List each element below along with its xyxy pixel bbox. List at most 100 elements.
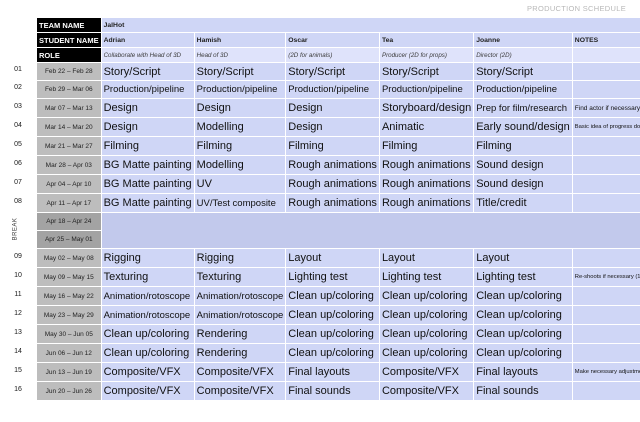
task-cell[interactable]: Sound design [473, 174, 573, 194]
task-cell[interactable]: Rough animations [378, 174, 475, 194]
task-cell[interactable]: Clean up/coloring [285, 305, 380, 325]
task-cell[interactable]: UV [193, 174, 287, 194]
task-cell[interactable]: Story/Script [285, 62, 380, 81]
task-cell[interactable]: Design [100, 117, 195, 137]
task-cell[interactable]: BG Matte painting [100, 193, 195, 213]
task-cell[interactable]: Final sounds [473, 381, 573, 401]
task-cell[interactable]: Rendering [193, 343, 287, 363]
task-cell[interactable]: Clean up/coloring [473, 324, 573, 344]
task-cell[interactable]: Filming [473, 136, 573, 156]
task-cell[interactable]: Rough animations [378, 155, 475, 175]
task-cell[interactable]: Lighting test [378, 267, 475, 287]
task-cell[interactable]: Clean up/coloring [378, 286, 475, 306]
task-cell[interactable]: Production/pipeline [100, 80, 195, 99]
notes-cell[interactable] [571, 62, 640, 81]
task-cell[interactable]: Final layouts [285, 362, 380, 382]
task-cell[interactable]: Layout [473, 248, 573, 268]
notes-cell[interactable] [571, 343, 640, 363]
notes-cell[interactable] [571, 193, 640, 213]
task-cell[interactable]: Animation/rotoscope [100, 286, 195, 306]
task-cell[interactable]: Texturing [100, 267, 195, 287]
task-cell[interactable]: Final layouts [473, 362, 573, 382]
role-cell[interactable]: Head of 3D [193, 47, 287, 63]
task-cell[interactable]: Filming [285, 136, 380, 156]
student-name-cell[interactable]: Oscar [285, 32, 380, 48]
task-cell[interactable]: Title/credit [473, 193, 573, 213]
student-name-cell[interactable]: Adrian [100, 32, 195, 48]
notes-cell[interactable] [571, 324, 640, 344]
role-notes-cell[interactable] [571, 47, 640, 63]
task-cell[interactable]: UV/Test composite [193, 193, 287, 213]
task-cell[interactable]: Composite/VFX [193, 362, 287, 382]
student-name-cell[interactable]: Joanne [473, 32, 573, 48]
notes-cell[interactable] [571, 155, 640, 175]
task-cell[interactable]: Composite/VFX [193, 381, 287, 401]
notes-cell[interactable] [571, 286, 640, 306]
role-cell[interactable]: Director (2D) [473, 47, 573, 63]
task-cell[interactable]: Clean up/coloring [285, 324, 380, 344]
task-cell[interactable]: Production/pipeline [378, 80, 475, 99]
task-cell[interactable]: Layout [378, 248, 475, 268]
task-cell[interactable]: Clean up/coloring [473, 286, 573, 306]
task-cell[interactable]: Clean up/coloring [378, 343, 475, 363]
task-cell[interactable]: Animation/rotoscope [100, 305, 195, 325]
notes-cell[interactable] [571, 80, 640, 99]
role-cell[interactable]: Collaborate with Head of 3D [100, 47, 195, 63]
task-cell[interactable]: Design [285, 117, 380, 137]
task-cell[interactable]: Composite/VFX [378, 362, 475, 382]
task-cell[interactable]: Animation/rotoscope [193, 286, 287, 306]
role-cell[interactable]: Producer (2D for props) [378, 47, 475, 63]
task-cell[interactable]: Story/Script [473, 62, 573, 81]
task-cell[interactable]: Composite/VFX [100, 362, 195, 382]
task-cell[interactable]: Story/Script [193, 62, 287, 81]
task-cell[interactable]: BG Matte painting [100, 155, 195, 175]
task-cell[interactable]: Clean up/coloring [285, 343, 380, 363]
task-cell[interactable]: Final sounds [285, 381, 380, 401]
task-cell[interactable]: Production/pipeline [285, 80, 380, 99]
task-cell[interactable]: Storyboard/design [378, 98, 475, 118]
task-cell[interactable]: Animation/rotoscope [193, 305, 287, 325]
task-cell[interactable]: Filming [193, 136, 287, 156]
notes-cell[interactable] [571, 305, 640, 325]
role-cell[interactable]: (2D for animals) [285, 47, 380, 63]
task-cell[interactable]: Clean up/coloring [100, 324, 195, 344]
task-cell[interactable]: Design [193, 98, 287, 118]
notes-cell[interactable] [571, 381, 640, 401]
task-cell[interactable]: Rough animations [285, 174, 380, 194]
task-cell[interactable]: Story/Script [378, 62, 475, 81]
student-name-cell[interactable]: Hamish [193, 32, 287, 48]
task-cell[interactable]: Texturing [193, 267, 287, 287]
task-cell[interactable]: Animatic [378, 117, 475, 137]
notes-cell[interactable]: Make necessary adjustments [571, 362, 640, 382]
notes-cell[interactable] [571, 248, 640, 268]
task-cell[interactable]: Clean up/coloring [473, 305, 573, 325]
task-cell[interactable]: Early sound/design [473, 117, 573, 137]
task-cell[interactable]: Clean up/coloring [100, 343, 195, 363]
task-cell[interactable]: Design [285, 98, 380, 118]
task-cell[interactable]: Filming [100, 136, 195, 156]
task-cell[interactable]: Clean up/coloring [378, 324, 475, 344]
task-cell[interactable]: Rigging [193, 248, 287, 268]
task-cell[interactable]: Production/pipeline [473, 80, 573, 99]
task-cell[interactable]: Modelling [193, 117, 287, 137]
task-cell[interactable]: Rigging [100, 248, 195, 268]
task-cell[interactable]: BG Matte painting [100, 174, 195, 194]
task-cell[interactable]: Clean up/coloring [378, 305, 475, 325]
task-cell[interactable]: Clean up/coloring [473, 343, 573, 363]
task-cell[interactable]: Composite/VFX [100, 381, 195, 401]
task-cell[interactable]: Clean up/coloring [285, 286, 380, 306]
task-cell[interactable]: Story/Script [100, 62, 195, 81]
task-cell[interactable]: Rough animations [285, 155, 380, 175]
task-cell[interactable]: Production/pipeline [193, 80, 287, 99]
task-cell[interactable]: Prep for film/research [473, 98, 573, 118]
notes-cell[interactable]: Basic idea of progress down [571, 117, 640, 137]
task-cell[interactable]: Sound design [473, 155, 573, 175]
notes-cell[interactable] [571, 174, 640, 194]
task-cell[interactable]: Composite/VFX [378, 381, 475, 401]
task-cell[interactable]: Layout [285, 248, 380, 268]
notes-cell[interactable] [571, 136, 640, 156]
task-cell[interactable]: Rough animations [285, 193, 380, 213]
task-cell[interactable]: Lighting test [473, 267, 573, 287]
task-cell[interactable]: Lighting test [285, 267, 380, 287]
task-cell[interactable]: Filming [378, 136, 475, 156]
